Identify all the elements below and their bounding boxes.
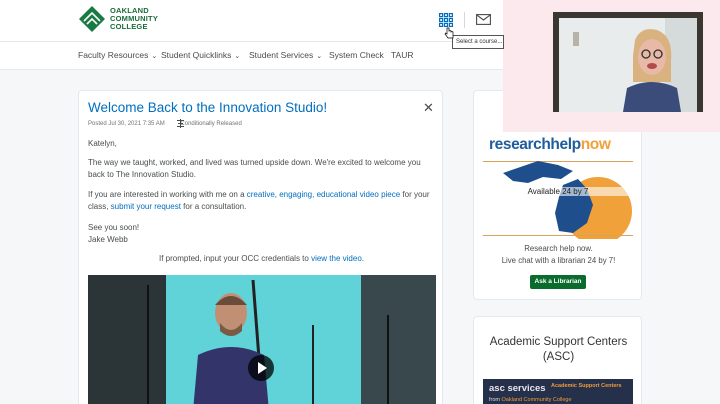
asc-banner[interactable]: asc services from Oakland Community Coll… bbox=[483, 379, 633, 404]
webcam-overlay bbox=[503, 0, 720, 132]
video-frame bbox=[88, 275, 436, 404]
greeting: Katelyn, bbox=[88, 139, 117, 148]
play-icon bbox=[258, 362, 267, 374]
nav-system-check[interactable]: System Check bbox=[329, 50, 384, 60]
hand-cursor-icon bbox=[444, 27, 454, 39]
college-logo[interactable]: OAKLAND COMMUNITY COLLEGE bbox=[78, 5, 168, 35]
chevron-down-icon: ⌄ bbox=[316, 53, 323, 60]
paragraph-1: The way we taught, worked, and lived was… bbox=[88, 158, 421, 179]
logo-mark-icon bbox=[79, 6, 105, 32]
announcement-title[interactable]: Welcome Back to the Innovation Studio! bbox=[88, 100, 327, 115]
research-help-now-logo[interactable]: researchhelpnow bbox=[489, 136, 611, 154]
asc-banner-from: from Oakland Community College bbox=[489, 397, 572, 403]
chevron-down-icon: ⌄ bbox=[234, 53, 241, 60]
availability-text: Available 24 by 7 bbox=[483, 187, 633, 196]
signoff: See you soon! bbox=[88, 223, 140, 232]
ask-a-librarian-button[interactable]: Ask a Librarian bbox=[530, 275, 586, 289]
post-meta: Posted Jul 30, 2021 7:35 AM Conditionall… bbox=[88, 121, 242, 127]
asc-banner-tag: Academic Support Centers bbox=[551, 383, 622, 389]
nav-taur[interactable]: TAUR bbox=[391, 50, 414, 60]
view-video-link[interactable]: view the video. bbox=[311, 254, 364, 263]
release-condition: Conditionally Released bbox=[180, 121, 242, 127]
course-selector-waffle-icon[interactable] bbox=[439, 13, 453, 27]
release-conditions-icon bbox=[177, 119, 184, 128]
submit-request-link[interactable]: submit your request bbox=[111, 202, 181, 211]
asc-widget: Academic Support Centers (ASC) asc servi… bbox=[473, 316, 642, 404]
nav-student-services[interactable]: Student Services ⌄ bbox=[249, 50, 322, 60]
chevron-down-icon: ⌄ bbox=[151, 53, 158, 60]
video-piece-link[interactable]: creative, engaging, educational video pi… bbox=[247, 190, 400, 199]
logo-text: OAKLAND COMMUNITY COLLEGE bbox=[110, 6, 159, 31]
nav-faculty-resources[interactable]: Faculty Resources ⌄ bbox=[78, 50, 157, 60]
course-selector-tooltip: Select a course... bbox=[452, 35, 504, 49]
research-help-line1: Research help now. bbox=[524, 244, 593, 253]
paragraph-2: If you are interested in working with me… bbox=[88, 190, 430, 211]
asc-banner-title: asc services bbox=[489, 383, 546, 394]
header-divider bbox=[464, 12, 465, 28]
research-help-line2: Live chat with a librarian 24 by 7! bbox=[501, 256, 616, 265]
signature: Jake Webb bbox=[88, 235, 128, 244]
credentials-prompt: If prompted, input your OCC credentials … bbox=[159, 254, 364, 263]
michigan-map-graphic bbox=[483, 153, 633, 239]
mail-icon[interactable] bbox=[476, 14, 491, 25]
dismiss-close-icon[interactable]: ✕ bbox=[423, 100, 434, 116]
asc-title: Academic Support Centers (ASC) bbox=[489, 336, 628, 363]
presenter-video-frame bbox=[553, 12, 703, 112]
play-button[interactable] bbox=[248, 355, 274, 381]
video-player[interactable] bbox=[88, 275, 436, 404]
posted-date: Posted Jul 30, 2021 7:35 AM bbox=[88, 121, 165, 127]
nav-student-quicklinks[interactable]: Student Quicklinks ⌄ bbox=[161, 50, 240, 60]
webcam-feed bbox=[553, 12, 703, 112]
announcement-card: Welcome Back to the Innovation Studio! ✕… bbox=[78, 90, 443, 404]
